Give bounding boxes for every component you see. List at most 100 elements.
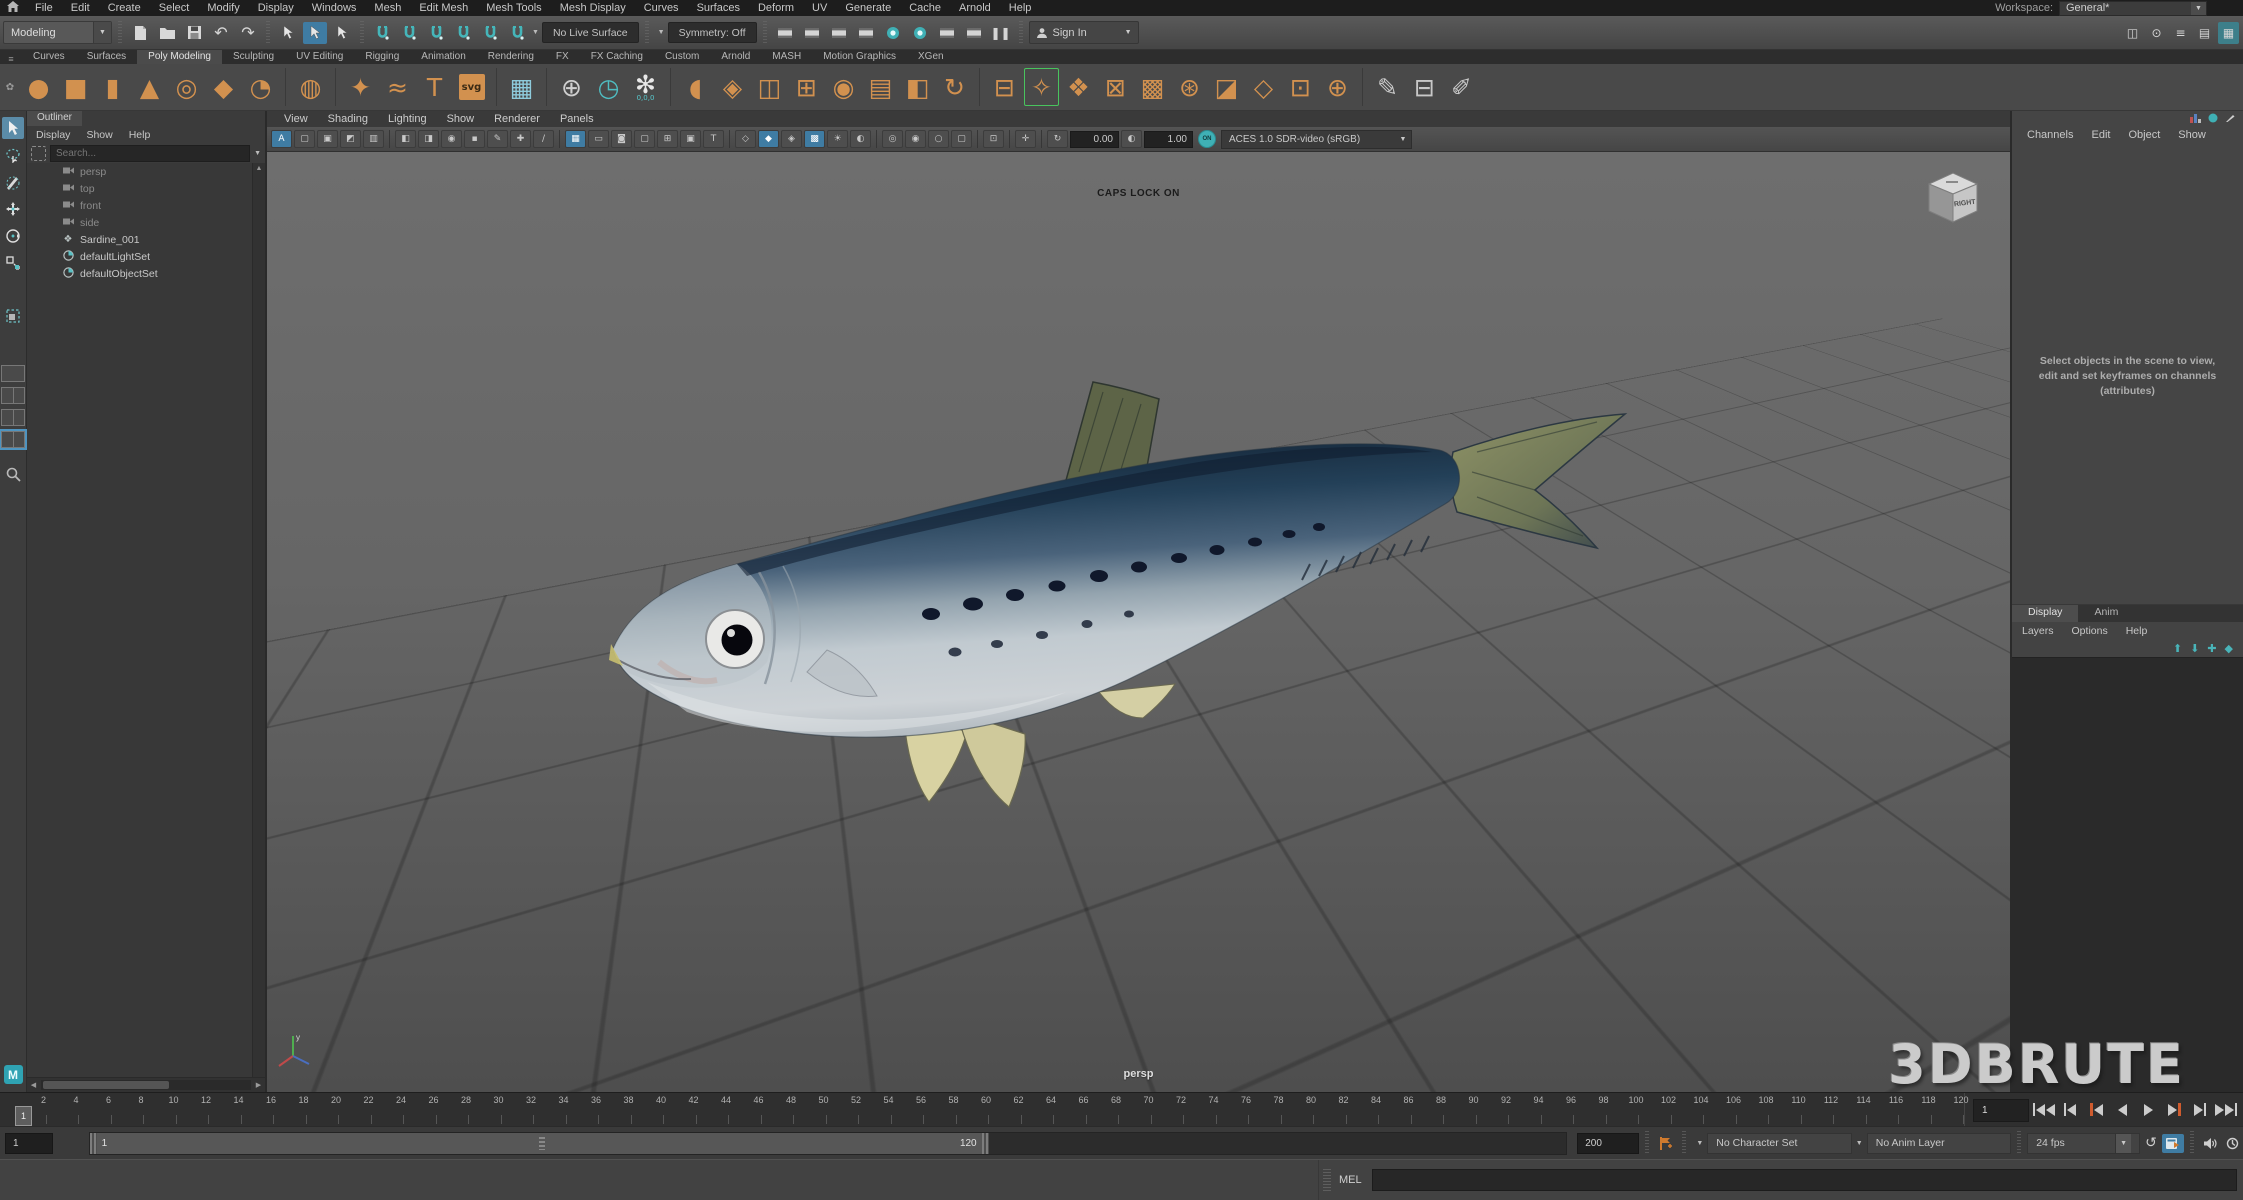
- section-grip[interactable]: [2190, 1131, 2194, 1155]
- create-empty-layer-icon[interactable]: ✚: [2207, 642, 2216, 655]
- frame-113-114[interactable]: 114: [1834, 1093, 1867, 1126]
- step-back-key-button[interactable]: [2085, 1100, 2107, 1120]
- frame-99-100[interactable]: 100: [1607, 1093, 1640, 1126]
- frame-67-68[interactable]: 68: [1087, 1093, 1120, 1126]
- center-pivot-icon[interactable]: ⊕: [553, 67, 590, 107]
- shelf-tab-custom[interactable]: Custom: [654, 50, 710, 64]
- frame-101-102[interactable]: 102: [1639, 1093, 1672, 1126]
- color-space-dropdown[interactable]: ACES 1.0 SDR-video (sRGB)▼: [1221, 130, 1412, 149]
- frame-25-26[interactable]: 26: [404, 1093, 437, 1126]
- symmetrize-icon[interactable]: ⊕: [1319, 67, 1356, 107]
- chevron-down-icon[interactable]: ▼: [658, 29, 665, 36]
- outliner-item-top[interactable]: top: [27, 180, 265, 197]
- frame-5-6[interactable]: 6: [79, 1093, 112, 1126]
- frame-79-80[interactable]: 80: [1282, 1093, 1315, 1126]
- chevron-down-icon[interactable]: ▼: [1125, 29, 1132, 36]
- view-cube[interactable]: RIGHT: [1920, 164, 1986, 232]
- chevron-down-icon[interactable]: ▼: [2115, 1134, 2131, 1153]
- section-grip[interactable]: [2017, 1131, 2021, 1155]
- ipr-render-icon[interactable]: [827, 22, 851, 44]
- reduce-icon[interactable]: ▩: [1134, 67, 1171, 107]
- separate-icon[interactable]: ✧: [1023, 67, 1060, 107]
- frame-77-78[interactable]: 78: [1249, 1093, 1282, 1126]
- open-scene-icon[interactable]: [155, 22, 179, 44]
- time-slider-track[interactable]: 2468101214161820222426283032343638404244…: [14, 1093, 1965, 1126]
- shelf-tab-motion-graphics[interactable]: Motion Graphics: [812, 50, 907, 64]
- poly-torus-icon[interactable]: ◎: [168, 67, 205, 107]
- symmetry-field[interactable]: Symmetry: Off: [668, 22, 757, 43]
- motion-blur-icon[interactable]: ◉: [905, 130, 926, 148]
- range-slider-track[interactable]: 1 120: [89, 1132, 1568, 1155]
- renderer-select-icon[interactable]: A: [271, 130, 292, 148]
- boolean-icon[interactable]: ⊠: [1097, 67, 1134, 107]
- frame-33-34[interactable]: 34: [534, 1093, 567, 1126]
- frame-7-8[interactable]: 8: [112, 1093, 145, 1126]
- scroll-left-icon[interactable]: ◀: [27, 1081, 40, 1089]
- xray-icon[interactable]: ✛: [1015, 130, 1036, 148]
- outliner-menu-show[interactable]: Show: [86, 129, 112, 141]
- snap-keys-icon[interactable]: [2221, 1134, 2243, 1153]
- workspace-dropdown[interactable]: General* ▼: [2059, 1, 2207, 16]
- textured-icon[interactable]: ▩: [804, 130, 825, 148]
- depth-peel-icon[interactable]: ▢: [951, 130, 972, 148]
- outliner-vscrollbar[interactable]: ▲: [252, 163, 265, 1077]
- pane-maximize-icon[interactable]: ▣: [317, 130, 338, 148]
- filter-icon[interactable]: [31, 146, 46, 161]
- command-language-toggle[interactable]: MEL: [1339, 1174, 1362, 1186]
- section-grip[interactable]: [118, 21, 122, 45]
- film-gate-icon[interactable]: ▭: [588, 130, 609, 148]
- frame-89-90[interactable]: 90: [1444, 1093, 1477, 1126]
- smooth-shade-icon[interactable]: ◆: [758, 130, 779, 148]
- frame-63-64[interactable]: 64: [1022, 1093, 1055, 1126]
- frame-47-48[interactable]: 48: [762, 1093, 795, 1126]
- frame-115-116[interactable]: 116: [1867, 1093, 1900, 1126]
- menu-surfaces[interactable]: Surfaces: [688, 0, 749, 16]
- sweep-mesh-icon[interactable]: ≈: [379, 67, 416, 107]
- chevron-down-icon[interactable]: ▼: [2191, 2, 2206, 15]
- channel-box-menu-edit[interactable]: Edit: [2084, 129, 2117, 141]
- outliner-item-defaultlightset[interactable]: defaultLightSet: [27, 248, 265, 265]
- outliner-item-persp[interactable]: persp: [27, 163, 265, 180]
- outliner-menu-display[interactable]: Display: [36, 129, 70, 141]
- outliner-item-defaultobjectset[interactable]: defaultObjectSet: [27, 265, 265, 282]
- use-all-lights-icon[interactable]: ☀: [827, 130, 848, 148]
- frame-19-20[interactable]: 20: [307, 1093, 340, 1126]
- frame-41-42[interactable]: 42: [664, 1093, 697, 1126]
- shelf-tab-animation[interactable]: Animation: [410, 50, 476, 64]
- outliner-title[interactable]: Outliner: [27, 111, 82, 126]
- frame-73-74[interactable]: 74: [1184, 1093, 1217, 1126]
- step-back-frame-button[interactable]: [2059, 1100, 2081, 1120]
- command-line-input[interactable]: [1372, 1169, 2237, 1191]
- range-bar-grip[interactable]: [539, 1137, 545, 1150]
- menu-mesh-tools[interactable]: Mesh Tools: [477, 0, 550, 16]
- viewport-menu-lighting[interactable]: Lighting: [379, 113, 436, 125]
- shelf-tab-rigging[interactable]: Rigging: [354, 50, 410, 64]
- frame-15-16[interactable]: 16: [242, 1093, 275, 1126]
- mirror-icon[interactable]: ◫: [751, 67, 788, 107]
- create-curve-icon[interactable]: ✎: [1369, 67, 1406, 107]
- frame-81-82[interactable]: 82: [1314, 1093, 1347, 1126]
- scroll-right-icon[interactable]: ▶: [252, 1081, 265, 1089]
- viewport-menu-panels[interactable]: Panels: [551, 113, 603, 125]
- shelf-tab-sculpting[interactable]: Sculpting: [222, 50, 285, 64]
- shelf-menu-icon[interactable]: ≡: [0, 54, 22, 64]
- pencil-curve-icon[interactable]: ✐: [1443, 67, 1480, 107]
- poly-sphere-icon[interactable]: ●: [20, 67, 57, 107]
- animation-start-field[interactable]: 1: [5, 1133, 53, 1154]
- grease-pencil-icon[interactable]: ✎: [487, 130, 508, 148]
- fill-hole-icon[interactable]: ◪: [1208, 67, 1245, 107]
- viewport-canvas[interactable]: CAPS LOCK ON RIGHT persp y: [267, 152, 2010, 1092]
- frame-55-56[interactable]: 56: [892, 1093, 925, 1126]
- frame-83-84[interactable]: 84: [1347, 1093, 1380, 1126]
- frame-51-52[interactable]: 52: [827, 1093, 860, 1126]
- frame-37-38[interactable]: 38: [599, 1093, 632, 1126]
- section-grip[interactable]: [266, 21, 270, 45]
- wireframe-on-shaded-icon[interactable]: ◈: [781, 130, 802, 148]
- time-slider[interactable]: 2468101214161820222426283032343638404244…: [0, 1092, 2243, 1126]
- chevron-down-icon[interactable]: ▼: [1856, 1140, 1863, 1147]
- frame-65-66[interactable]: 66: [1054, 1093, 1087, 1126]
- viewport-menu-view[interactable]: View: [275, 113, 317, 125]
- playback-range-bar[interactable]: 1 120: [90, 1133, 989, 1154]
- shelf-tab-xgen[interactable]: XGen: [907, 50, 955, 64]
- move-tool[interactable]: [2, 198, 24, 220]
